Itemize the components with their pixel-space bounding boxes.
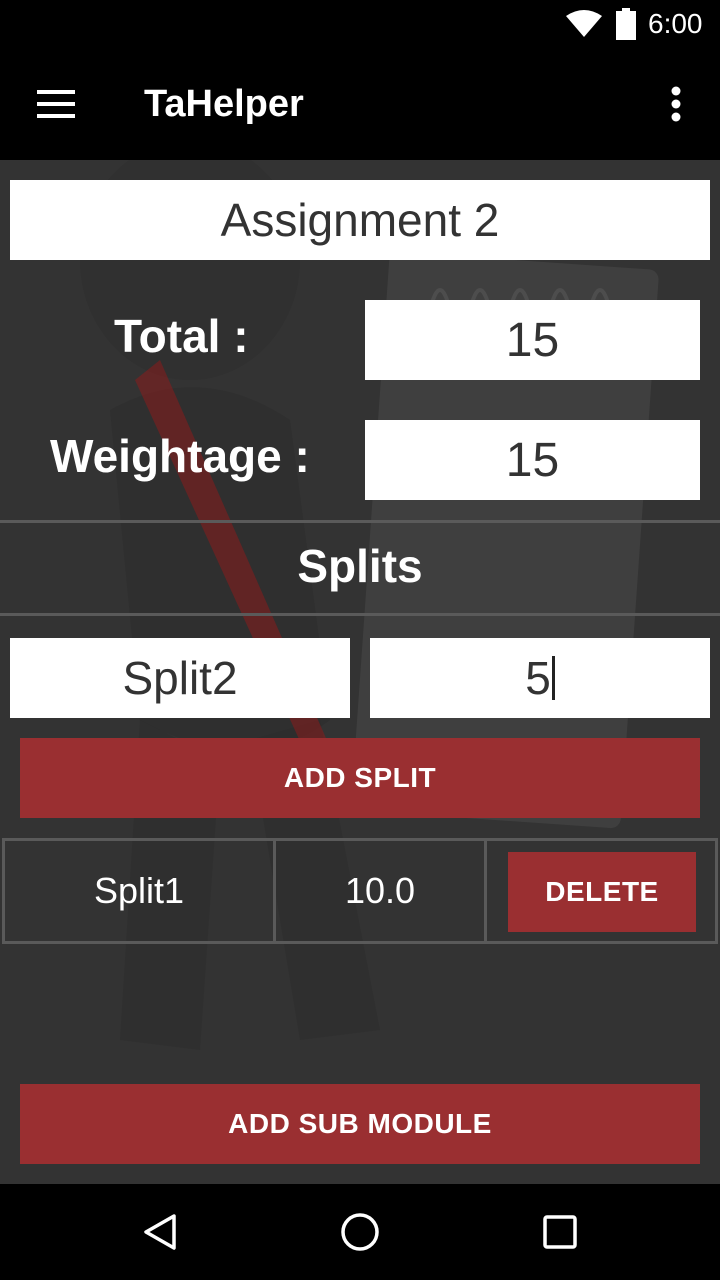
status-time: 6:00 xyxy=(648,8,703,39)
back-icon[interactable] xyxy=(120,1200,200,1264)
add-sub-module-button[interactable]: ADD SUB MODULE xyxy=(20,1084,700,1164)
status-bar: 6:00 xyxy=(0,0,720,48)
content-area: Assignment 2 Total : 15 Weightage : 15 S… xyxy=(0,160,720,1184)
split-value-value: 5 xyxy=(525,652,551,704)
assignment-name-field[interactable]: Assignment 2 xyxy=(10,180,710,260)
hamburger-menu-icon[interactable] xyxy=(24,78,88,130)
app-bar: TaHelper xyxy=(0,48,720,160)
add-split-button[interactable]: ADD SPLIT xyxy=(20,738,700,818)
divider-bottom xyxy=(0,613,720,616)
weightage-value: 15 xyxy=(505,433,560,487)
recents-icon[interactable] xyxy=(520,1200,600,1264)
more-vert-icon[interactable] xyxy=(652,78,700,130)
split-value-input[interactable]: 5 xyxy=(370,638,710,718)
split-list-row: Split1 10.0 DELETE xyxy=(2,838,718,944)
split-name-value: Split2 xyxy=(122,652,238,704)
total-value: 15 xyxy=(505,313,560,367)
battery-icon xyxy=(616,8,636,40)
total-input[interactable]: 15 xyxy=(365,300,700,380)
total-label: Total : xyxy=(114,310,249,362)
assignment-name-text: Assignment 2 xyxy=(220,194,500,246)
split-row-value: 10.0 xyxy=(344,870,416,911)
app-title: TaHelper xyxy=(144,83,304,125)
weightage-input[interactable]: 15 xyxy=(365,420,700,500)
navigation-bar xyxy=(0,1184,720,1280)
delete-split-button[interactable]: DELETE xyxy=(508,852,696,932)
split-name-input[interactable]: Split2 xyxy=(10,638,350,718)
splits-heading: Splits xyxy=(297,540,423,592)
home-icon[interactable] xyxy=(320,1200,400,1264)
weightage-label: Weightage : xyxy=(50,430,310,482)
text-cursor xyxy=(551,656,555,700)
cell-divider xyxy=(484,841,487,941)
split-row-name: Split1 xyxy=(93,870,185,911)
wifi-icon xyxy=(566,10,602,37)
divider-top xyxy=(0,520,720,523)
